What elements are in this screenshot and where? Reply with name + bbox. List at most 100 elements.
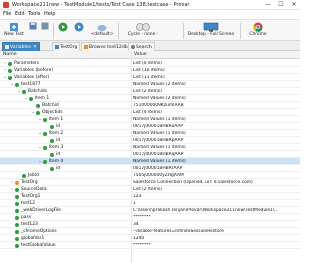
- tree-row[interactable]: ⌄ Item 2 Named Values (1 items): [0, 130, 300, 137]
- variable-name: test12: [21, 200, 36, 206]
- variable-icon: [29, 96, 33, 101]
- collapse-icon[interactable]: ⌄: [24, 96, 28, 102]
- tree-row[interactable]: ⌄ Item 1 Named Values (1 items): [0, 116, 300, 123]
- expand-icon[interactable]: ›: [10, 187, 14, 193]
- expand-icon[interactable]: ›: [3, 61, 7, 67]
- save-icon: [29, 22, 37, 30]
- expand-icon[interactable]: ›: [10, 180, 14, 186]
- minimize-button[interactable]: —: [262, 0, 274, 10]
- tree-row[interactable]: ⌄ Item 4 Named Values (1 items): [0, 158, 300, 165]
- variable-value: Named Values (1 items): [133, 116, 186, 122]
- variable-value: ********: [133, 242, 151, 248]
- variable-value: List (11 items): [133, 74, 165, 80]
- variable-icon: [50, 166, 54, 171]
- tree-row[interactable]: id 0017j00001BHBRqAAP: [0, 151, 300, 158]
- name-column-header[interactable]: Name: [3, 52, 17, 57]
- search-icon: [131, 44, 135, 49]
- variable-icon: [15, 229, 19, 234]
- variable-value: List (2 items): [133, 88, 162, 94]
- debug-button[interactable]: [72, 22, 86, 40]
- toolbar-divider: [118, 23, 119, 39]
- tree-row[interactable]: ⌄ Item 3 Named Values (1 items): [0, 144, 300, 151]
- tree-row[interactable]: pass ********: [0, 214, 300, 221]
- menu-file[interactable]: File: [3, 11, 11, 17]
- database-icon: [84, 44, 88, 49]
- variable-icon: [43, 145, 47, 150]
- run-config-dropdown[interactable]: <default>: [88, 22, 116, 40]
- tree-row[interactable]: test12 1: [0, 200, 300, 207]
- variable-name: Jobld: [28, 172, 39, 178]
- tree-row[interactable]: testGlobalValue ********: [0, 242, 300, 249]
- tab-variables[interactable]: Variables ✕: [2, 42, 40, 51]
- variable-value: --disable-features=InfiniteSessionRestor…: [133, 228, 224, 234]
- window-title: Workspace211new - TestModule1/tests/Test…: [12, 2, 190, 8]
- variable-icon: [15, 208, 19, 213]
- view-tabs: Variables ✕ TestOrg Browse test12db Searc…: [0, 41, 300, 51]
- new-test-button[interactable]: New Test: [2, 22, 26, 40]
- desktop-dropdown[interactable]: Desktop - Full Screen: [186, 22, 236, 40]
- tree-row[interactable]: id 0017j00001BHBRpAAP: [0, 137, 300, 144]
- collapse-icon[interactable]: ⌄: [38, 131, 42, 137]
- tree-row[interactable]: globalVar1 1240: [0, 235, 300, 242]
- tree-row[interactable]: TestOrg1 123: [0, 193, 300, 200]
- tab-search[interactable]: Search: [128, 42, 155, 51]
- provar-app-icon: [3, 2, 9, 8]
- collapse-icon[interactable]: ⌄: [38, 159, 42, 165]
- variable-icon: [36, 110, 40, 115]
- variable-value: 0017j00001BHBRoAAP: [133, 123, 184, 129]
- collapse-icon[interactable]: ⌄: [3, 75, 7, 81]
- variable-icon: [22, 89, 26, 94]
- tree-row[interactable]: › Parameters List (0 items): [0, 60, 300, 67]
- run-button[interactable]: [56, 22, 70, 40]
- save-all-button[interactable]: [40, 22, 50, 40]
- tree-row[interactable]: id 0017j00001BHBRrAAP: [0, 165, 300, 172]
- tree-row[interactable]: › TestOrg Salesforce Connection (Opened, u…: [0, 179, 300, 186]
- tree-row[interactable]: _chromeOptions --disable-features=Infinit…: [0, 228, 300, 235]
- close-tab-icon[interactable]: ✕: [33, 45, 37, 50]
- tree-row[interactable]: Jobld 7505j000000yZHgAAM: [0, 172, 300, 179]
- collapse-icon[interactable]: ⌄: [17, 89, 21, 95]
- tree-row[interactable]: Batchid 7510000009KzumIAAB: [0, 102, 300, 109]
- close-window-button[interactable]: ✕: [288, 0, 300, 10]
- tree-row[interactable]: test123 34: [0, 221, 300, 228]
- connection-icon: [55, 44, 59, 49]
- value-column-header[interactable]: Value: [134, 52, 147, 57]
- variable-name: Variables (after): [14, 74, 50, 80]
- collapse-icon[interactable]: ⌄: [38, 145, 42, 151]
- tree-row[interactable]: › SourceData List (2 items): [0, 186, 300, 193]
- tree-row[interactable]: ⌄ Item 1 Named Values (2 items): [0, 95, 300, 102]
- browser-dropdown[interactable]: Chrome: [243, 22, 273, 40]
- tree-row[interactable]: › Variables (before) List (10 items): [0, 67, 300, 74]
- menu-edit[interactable]: Edit: [15, 11, 25, 17]
- variable-name: _webDriverLogFile: [21, 207, 61, 213]
- variable-value: C:\Users\prakash.renjan\Provar\Workspace…: [133, 207, 279, 213]
- tree-row[interactable]: ⌄ Batchids List (2 items): [0, 88, 300, 95]
- collapse-icon[interactable]: ⌄: [38, 117, 42, 123]
- variable-name: id: [56, 123, 61, 129]
- variable-value: 1240: [133, 235, 145, 241]
- toolbar-divider: [240, 23, 241, 39]
- variable-icon: [15, 236, 19, 241]
- expand-icon[interactable]: ›: [3, 68, 7, 74]
- tree-row[interactable]: ⌄ Variables (after) List (11 items): [0, 74, 300, 81]
- tree-row[interactable]: ⌄ Objectids List (4 items): [0, 109, 300, 116]
- menu-help[interactable]: Help: [44, 11, 55, 17]
- variable-value: Named Values (1 items): [133, 130, 186, 136]
- variable-icon: [15, 194, 19, 199]
- collapse-icon[interactable]: ⌄: [10, 82, 14, 88]
- variable-name: Batchid: [42, 102, 59, 108]
- save-button[interactable]: [28, 22, 38, 40]
- tree-row[interactable]: ⌄ test1877 Named Values (2 items): [0, 81, 300, 88]
- variable-name: Item 3: [49, 144, 64, 150]
- cycle-dropdown[interactable]: Cycle - none -: [123, 22, 163, 40]
- tree-row[interactable]: _webDriverLogFile C:\Users\prakash.renjan…: [0, 207, 300, 214]
- tab-browse[interactable]: Browse test12db: [81, 42, 131, 51]
- maximize-button[interactable]: ☐: [275, 0, 287, 10]
- collapse-icon[interactable]: ⌄: [31, 110, 35, 116]
- tab-testorg[interactable]: TestOrg: [52, 42, 81, 51]
- menu-tools[interactable]: Tools: [28, 11, 40, 17]
- tree-row[interactable]: id 0017j00001BHBRoAAP: [0, 123, 300, 130]
- new-test-label: New Test: [4, 32, 24, 37]
- variable-value: ********: [133, 214, 151, 220]
- tab-browse-label: Browse test12db: [89, 45, 128, 50]
